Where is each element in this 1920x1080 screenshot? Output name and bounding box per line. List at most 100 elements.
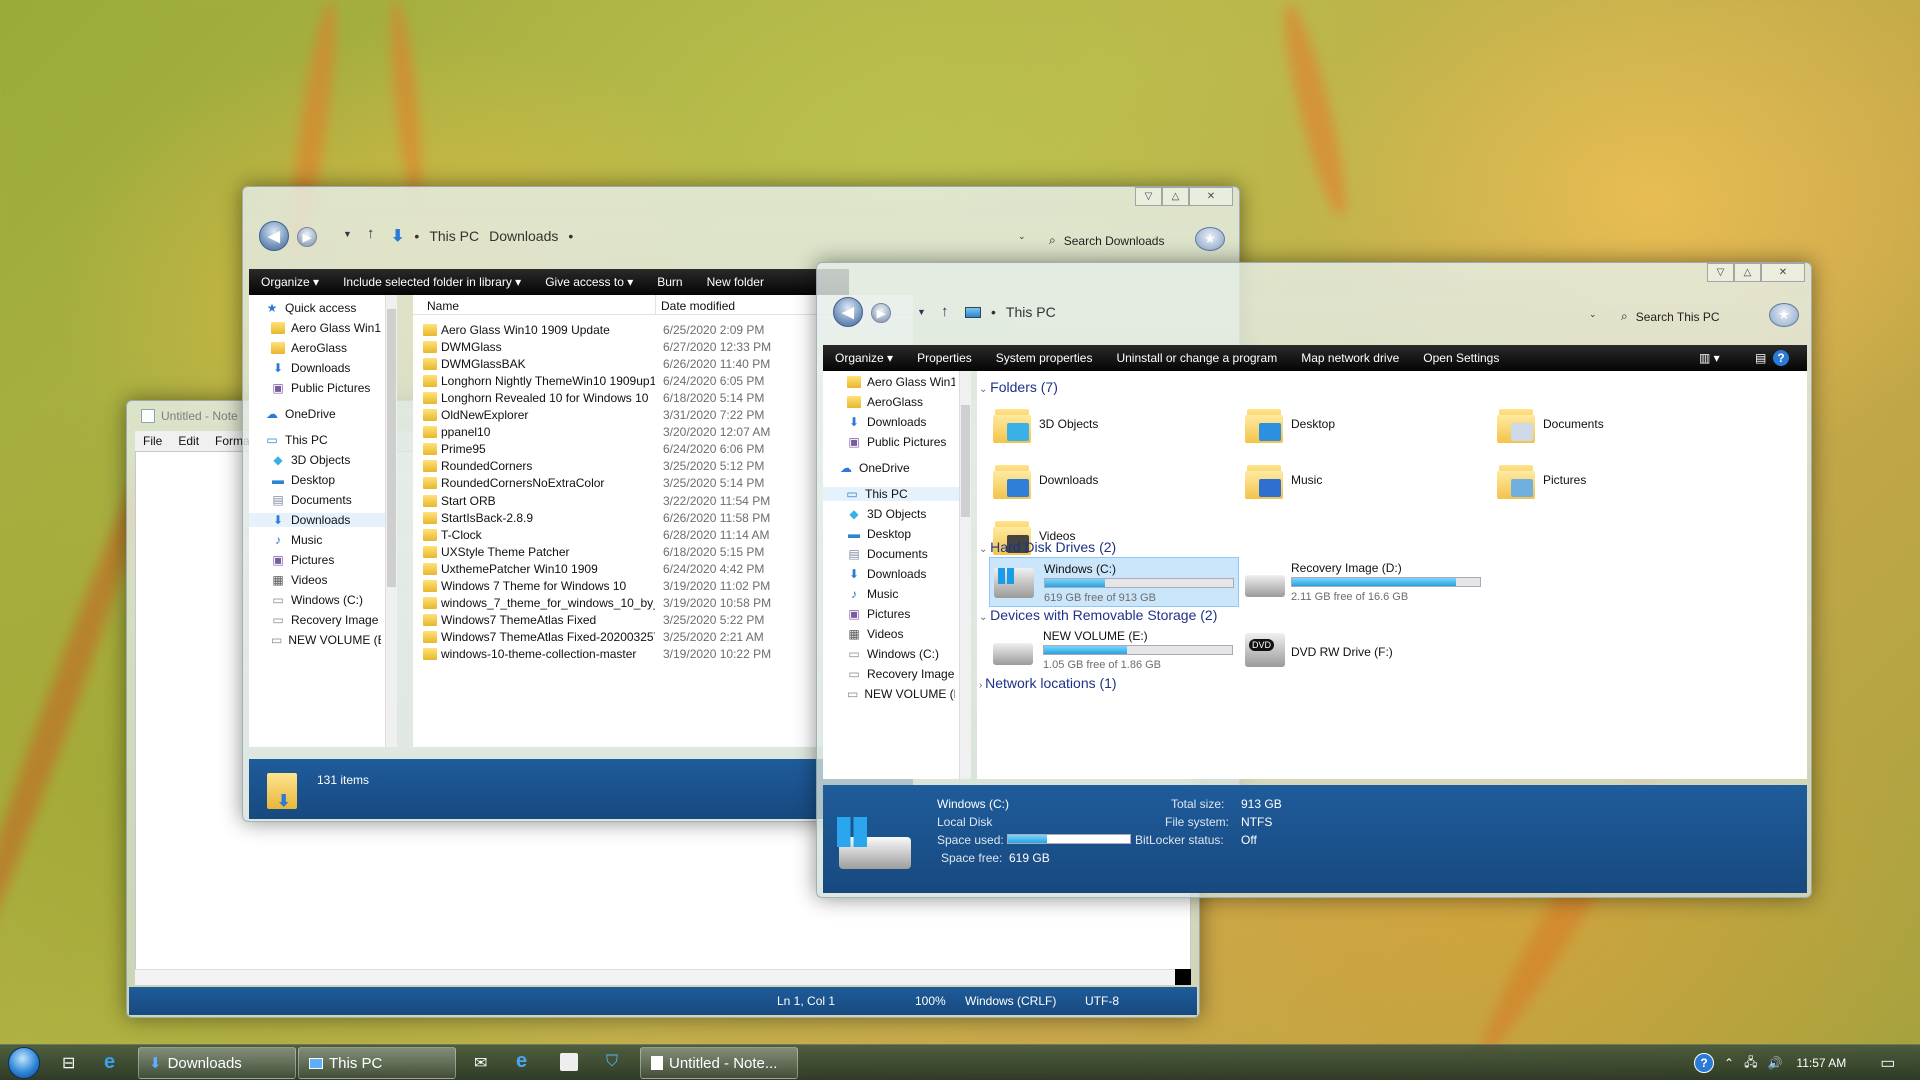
help-icon[interactable]: ?: [1773, 350, 1789, 366]
nav-item-aero-glass-win1[interactable]: Aero Glass Win1: [271, 321, 381, 335]
search-box[interactable]: ⌕ Search This PC: [1621, 309, 1720, 324]
map-network-drive-button[interactable]: Map network drive: [1289, 351, 1411, 365]
nav-item-public-pictures[interactable]: ▣ Public Pictures: [271, 381, 381, 395]
folder-tile-desktop[interactable]: Desktop: [1245, 401, 1485, 449]
mail-icon[interactable]: ✉: [474, 1053, 487, 1073]
nav-item-new-volume-e[interactable]: ▭ NEW VOLUME (E: [847, 687, 955, 701]
forward-button[interactable]: ▶: [297, 227, 317, 247]
nav-item-aeroglass[interactable]: AeroGlass: [271, 341, 381, 355]
burn-button[interactable]: Burn: [645, 275, 694, 289]
back-button[interactable]: ◀: [259, 221, 289, 251]
nav-scrollbar[interactable]: [385, 295, 397, 747]
help-icon[interactable]: ?: [1694, 1053, 1714, 1073]
organize-button[interactable]: Organize ▾: [249, 275, 331, 289]
search-box[interactable]: ⌕ Search Downloads: [1049, 233, 1164, 248]
nav-item-quick-access[interactable]: ★ Quick access: [265, 301, 381, 315]
ie-icon[interactable]: e: [516, 1050, 527, 1073]
group-folders[interactable]: ⌄ Folders (7): [979, 379, 1058, 395]
nav-item-pictures[interactable]: ▣ Pictures: [271, 553, 381, 567]
minimize-button[interactable]: ▽: [1707, 263, 1734, 282]
nav-item-downloads[interactable]: ⬇ Downloads: [847, 415, 955, 429]
volume-icon[interactable]: 🔊: [1767, 1056, 1782, 1070]
nav-item-documents[interactable]: ▤ Documents: [271, 493, 381, 507]
folder-tile-music[interactable]: Music: [1245, 457, 1485, 505]
nav-item-downloads[interactable]: ⬇ Downloads: [271, 361, 381, 375]
nav-item-this-pc[interactable]: ▭ This PC: [265, 433, 381, 447]
nav-item-music[interactable]: ♪ Music: [847, 587, 955, 601]
nav-item-new-volume-e[interactable]: ▭ NEW VOLUME (E: [271, 633, 381, 647]
maximize-button[interactable]: △: [1734, 263, 1761, 282]
clock[interactable]: 11:57 AM: [1796, 1056, 1846, 1070]
system-properties-button[interactable]: System properties: [984, 351, 1105, 365]
minimize-button[interactable]: ▽: [1135, 187, 1162, 206]
show-hidden-icons[interactable]: ⌃: [1724, 1056, 1734, 1070]
nav-item-pictures[interactable]: ▣ Pictures: [847, 607, 955, 621]
recent-dropdown-icon[interactable]: ▼: [343, 229, 352, 239]
favorites-star-icon[interactable]: ★: [1195, 227, 1225, 251]
task-view-icon[interactable]: ⊟: [62, 1053, 75, 1073]
nav-item-3d-objects[interactable]: ◆ 3D Objects: [271, 453, 381, 467]
close-button[interactable]: ✕: [1189, 187, 1233, 206]
breadcrumb[interactable]: ⬇ • This PC Downloads •: [391, 226, 573, 246]
nav-item-this-pc[interactable]: ▭ This PC: [823, 487, 959, 501]
nav-item-windows-c[interactable]: ▭ Windows (C:): [847, 647, 955, 661]
address-dropdown-icon[interactable]: ⌄: [1589, 309, 1597, 320]
drive-f[interactable]: DVD DVD RW Drive (F:): [1241, 625, 1491, 675]
folder-tile-documents[interactable]: Documents: [1497, 401, 1737, 449]
close-button[interactable]: ✕: [1761, 263, 1805, 282]
menu-edit[interactable]: Edit: [178, 434, 199, 448]
folder-tile-downloads[interactable]: Downloads: [993, 457, 1233, 505]
network-icon[interactable]: 🖧: [1744, 1053, 1757, 1074]
edge-icon[interactable]: e: [104, 1051, 115, 1074]
nav-item-music[interactable]: ♪ Music: [271, 533, 381, 547]
search-input[interactable]: Search Downloads: [1064, 234, 1165, 248]
nav-item-windows-c[interactable]: ▭ Windows (C:): [271, 593, 381, 607]
up-arrow-icon[interactable]: ↑: [941, 303, 949, 320]
breadcrumb-this-pc[interactable]: This PC: [1006, 304, 1056, 320]
nav-item-3d-objects[interactable]: ◆ 3D Objects: [847, 507, 955, 521]
uninstall-program-button[interactable]: Uninstall or change a program: [1104, 351, 1289, 365]
forward-button[interactable]: ▶: [871, 303, 891, 323]
nav-item-videos[interactable]: ▦ Videos: [847, 627, 955, 641]
up-arrow-icon[interactable]: ↑: [367, 225, 375, 242]
address-dropdown-icon[interactable]: ⌄: [1018, 231, 1026, 242]
notepad-hscroll[interactable]: [135, 969, 1175, 985]
properties-button[interactable]: Properties: [905, 351, 984, 365]
maximize-button[interactable]: △: [1162, 187, 1189, 206]
shield-icon[interactable]: ⛉: [606, 1053, 618, 1071]
back-button[interactable]: ◀: [833, 297, 863, 327]
breadcrumb-downloads[interactable]: Downloads: [489, 228, 558, 244]
nav-item-recovery-image[interactable]: ▭ Recovery Image: [271, 613, 381, 627]
new-folder-button[interactable]: New folder: [695, 275, 776, 289]
start-button[interactable]: [8, 1047, 40, 1079]
breadcrumb-this-pc[interactable]: This PC: [429, 228, 479, 244]
folder-tile-pictures[interactable]: Pictures: [1497, 457, 1737, 505]
notifications-icon[interactable]: ▭: [1880, 1053, 1895, 1073]
taskbar-notepad[interactable]: Untitled - Note...: [640, 1047, 798, 1079]
nav-item-recovery-image[interactable]: ▭ Recovery Image: [847, 667, 955, 681]
nav-item-documents[interactable]: ▤ Documents: [847, 547, 955, 561]
menu-file[interactable]: File: [143, 434, 162, 448]
nav-item-downloads[interactable]: ⬇ Downloads: [847, 567, 955, 581]
nav-item-desktop[interactable]: ▬ Desktop: [847, 527, 955, 541]
give-access-button[interactable]: Give access to ▾: [533, 275, 645, 289]
group-removable-storage[interactable]: ⌄ Devices with Removable Storage (2): [979, 607, 1217, 623]
breadcrumb[interactable]: • This PC: [965, 304, 1056, 320]
search-input[interactable]: Search This PC: [1636, 310, 1720, 324]
nav-item-aeroglass[interactable]: AeroGlass: [847, 395, 955, 409]
nav-scrollbar[interactable]: [959, 371, 971, 779]
drive-e[interactable]: NEW VOLUME (E:) 1.05 GB free of 1.86 GB: [989, 625, 1239, 675]
group-network-locations[interactable]: › Network locations (1): [979, 675, 1117, 691]
include-library-button[interactable]: Include selected folder in library ▾: [331, 275, 533, 289]
nav-item-onedrive[interactable]: ☁ OneDrive: [839, 461, 955, 475]
nav-item-downloads[interactable]: ⬇ Downloads: [249, 513, 385, 527]
group-hard-disk-drives[interactable]: ⌄ Hard Disk Drives (2): [979, 539, 1116, 555]
recent-dropdown-icon[interactable]: ▼: [917, 307, 926, 317]
taskbar-downloads[interactable]: ⬇ Downloads: [138, 1047, 296, 1079]
column-name[interactable]: Name: [427, 299, 459, 313]
nav-item-desktop[interactable]: ▬ Desktop: [271, 473, 381, 487]
nav-item-aero-glass-win1[interactable]: Aero Glass Win1: [847, 375, 955, 389]
view-options-icon[interactable]: ▥ ▾: [1687, 351, 1732, 365]
drive-c[interactable]: Windows (C:) 619 GB free of 913 GB: [989, 557, 1239, 607]
folder-tile-3d-objects[interactable]: 3D Objects: [993, 401, 1233, 449]
